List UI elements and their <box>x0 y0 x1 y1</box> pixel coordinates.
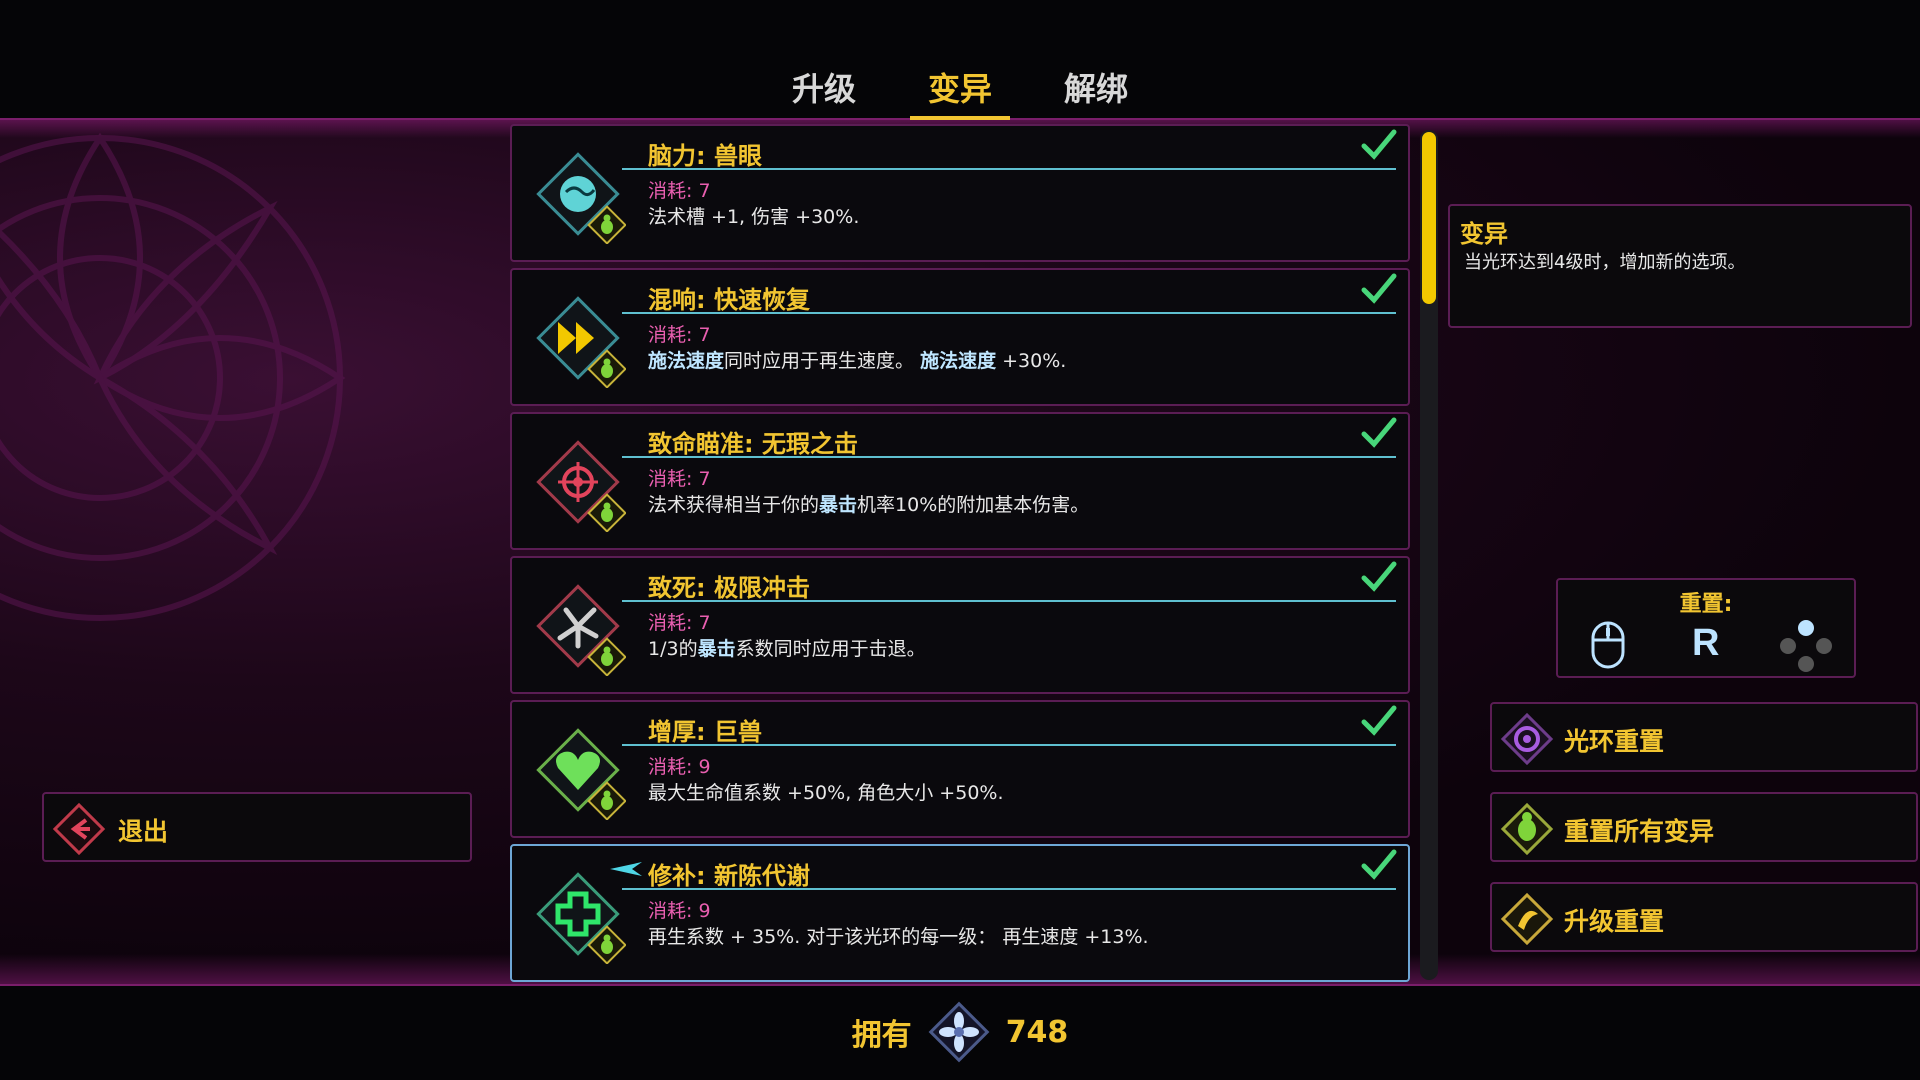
title-divider <box>622 600 1396 602</box>
mandala-decoration <box>0 132 346 621</box>
mutation-cost: 消耗: 7 <box>648 468 711 490</box>
checkmark-icon <box>1360 416 1398 450</box>
info-description: 当光环达到4级时，增加新的选项。 <box>1464 252 1746 273</box>
selection-arrow-icon <box>610 862 642 876</box>
reset-title: 重置: <box>1679 592 1733 617</box>
exit-label: 退出 <box>118 817 169 846</box>
mutation-card[interactable]: 致死: 极限冲击消耗: 7 1/3的暴击系数同时应用于击退。 <box>510 556 1410 694</box>
crosshair-icon <box>536 440 626 532</box>
title-divider <box>622 168 1396 170</box>
mutation-cost: 消耗: 7 <box>648 180 711 202</box>
mutation-description: 最大生命值系数 +50%, 角色大小 +50%. <box>648 782 1004 804</box>
mutation-card[interactable]: 致命瞄准: 无瑕之击消耗: 7 法术获得相当于你的暴击机率10%的附加基本伤害。 <box>510 412 1410 550</box>
mutation-list: 脑力: 兽眼 消耗: 7 法术槽 +1, 伤害 +30%. 混响: 快速恢复 消耗: 7… <box>510 124 1410 984</box>
mutation-title: 修补: 新陈代谢 <box>648 862 810 890</box>
title-divider <box>622 744 1396 746</box>
owned-currency: 拥有 748 <box>0 992 1920 1072</box>
checkmark-icon <box>1360 704 1398 738</box>
checkmark-icon <box>1360 272 1398 306</box>
tab-upgrade[interactable]: 升级 <box>774 60 874 120</box>
mutation-reset-icon <box>1500 802 1554 856</box>
reset-panel: 重置: R <box>1556 578 1856 678</box>
title-divider <box>622 456 1396 458</box>
currency-flower-icon <box>928 1001 990 1063</box>
mutation-card[interactable]: 脑力: 兽眼消耗: 7 法术槽 +1, 伤害 +30%. <box>510 124 1410 262</box>
mutation-title: 脑力: 兽眼 <box>648 142 762 170</box>
reset-all-mutations-label: 重置所有变异 <box>1564 817 1715 846</box>
mutation-cost: 消耗: 9 <box>648 756 711 778</box>
mutation-description: 再生系数 + 35%. 对于该光环的每一级： 再生速度 +13%. <box>648 926 1149 948</box>
owned-value: 748 <box>1005 1014 1069 1050</box>
info-panel: 变异 当光环达到4级时，增加新的选项。 <box>1448 204 1912 328</box>
mutation-card[interactable]: 混响: 快速恢复消耗: 7 施法速度同时应用于再生速度。 施法速度 +30%. <box>510 268 1410 406</box>
cross-icon <box>536 872 626 964</box>
tab-unbind[interactable]: 解绑 <box>1046 60 1146 120</box>
checkmark-icon <box>1360 128 1398 162</box>
mutation-description: 1/3的暴击系数同时应用于击退。 <box>648 638 926 660</box>
mutation-cost: 消耗: 9 <box>648 900 711 922</box>
mutation-cost: 消耗: 7 <box>648 612 711 634</box>
mutation-description: 法术获得相当于你的暴击机率10%的附加基本伤害。 <box>648 494 1090 516</box>
brain-icon <box>536 152 626 244</box>
aura-reset-icon <box>1500 712 1554 766</box>
checkmark-icon <box>1360 560 1398 594</box>
info-title: 变异 <box>1460 220 1508 248</box>
aura-reset-button[interactable]: 光环重置 <box>1490 702 1918 772</box>
reset-all-mutations-button[interactable]: 重置所有变异 <box>1490 792 1918 862</box>
checkmark-icon <box>1360 848 1398 882</box>
mutation-description: 法术槽 +1, 伤害 +30%. <box>648 206 860 228</box>
exit-button[interactable]: 退出 <box>42 792 472 862</box>
aura-reset-label: 光环重置 <box>1564 727 1665 756</box>
title-divider <box>622 888 1396 890</box>
mutation-title: 致死: 极限冲击 <box>648 574 810 602</box>
mutation-description: 施法速度同时应用于再生速度。 施法速度 +30%. <box>648 350 1067 372</box>
exit-icon <box>52 802 106 856</box>
mutation-title: 增厚: 巨兽 <box>648 718 762 746</box>
scrollbar-thumb[interactable] <box>1422 132 1436 304</box>
upgrade-reset-icon <box>1500 892 1554 946</box>
tab-mutation[interactable]: 变异 <box>909 60 1011 120</box>
tab-bar: 升级 变异 解绑 <box>0 60 1920 120</box>
upgrade-reset-button[interactable]: 升级重置 <box>1490 882 1918 952</box>
upgrade-reset-label: 升级重置 <box>1564 907 1665 936</box>
mouse-icon <box>1591 621 1625 669</box>
owned-label: 拥有 <box>851 1018 912 1053</box>
reset-key-label: R <box>1692 622 1720 664</box>
impact-icon <box>536 584 626 676</box>
mutation-card[interactable]: 修补: 新陈代谢消耗: 9 再生系数 + 35%. 对于该光环的每一级： 再生速度… <box>510 844 1410 982</box>
mutation-title: 混响: 快速恢复 <box>648 286 810 314</box>
gamepad-buttons-icon <box>1780 620 1832 672</box>
heart-icon <box>536 728 626 820</box>
fast-forward-icon <box>536 296 626 388</box>
title-divider <box>622 312 1396 314</box>
mutation-cost: 消耗: 7 <box>648 324 711 346</box>
mutation-card[interactable]: 增厚: 巨兽消耗: 9 最大生命值系数 +50%, 角色大小 +50%. <box>510 700 1410 838</box>
mutation-title: 致命瞄准: 无瑕之击 <box>648 430 858 458</box>
